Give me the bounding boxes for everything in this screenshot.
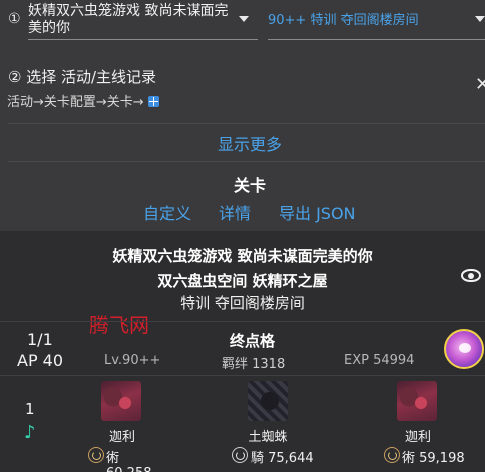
eye-icon[interactable] [461, 269, 481, 282]
exp-points: EXP 54994 [344, 353, 415, 368]
reward-gift-icon[interactable] [444, 329, 484, 369]
step-2-path-text: 活动→关卡配置→关卡→ [7, 95, 144, 110]
divider [0, 375, 485, 376]
enemy-hp: 騎 75,644 [251, 451, 314, 466]
step-2-title: ② 选择 活动/主线记录 [8, 68, 157, 86]
watermark: 腾飞网 [89, 313, 149, 337]
quest-select[interactable]: 90++ 特训 夺回阁楼房间 [268, 2, 485, 40]
divider [0, 321, 485, 322]
bond-points: 羁绊 1318 [222, 357, 286, 372]
enemy-name: 迦利 [108, 430, 135, 445]
details-button[interactable]: 详情 [219, 200, 251, 224]
enemy-name: 土蜘蛛 [248, 430, 288, 445]
enemy-card[interactable]: 迦利 術 60,258 [87, 381, 157, 472]
quest-select-value: 90++ 特训 夺回阁楼房间 [268, 13, 419, 28]
enemy-portrait [397, 381, 437, 421]
war-dropdown-arrow-icon [239, 16, 249, 22]
war-name: 妖精双六虫笼游戏 致尚未谋面完美的你 [112, 247, 373, 265]
enemy-hp: 術 59,198 [402, 451, 465, 466]
quest-dropdown-arrow-icon [475, 16, 485, 22]
step-1-number: ① [8, 11, 21, 27]
show-more-button[interactable]: 显示更多 [218, 131, 282, 155]
enemy-hp: 術 60,258 [106, 451, 152, 472]
enemy-card[interactable]: 土蜘蛛 騎 75,644 [228, 381, 318, 471]
rider-icon [232, 447, 248, 463]
music-icon[interactable]: ♪ [24, 422, 36, 443]
stage-name: 终点格 [230, 332, 276, 350]
recommended-level: Lv.90++ [104, 353, 161, 368]
quest-select-underline [268, 39, 485, 40]
export-json-button[interactable]: 导出 JSON [279, 200, 356, 224]
grid-icon [147, 96, 159, 107]
quest-name: 特训 夺回阁楼房间 [180, 294, 305, 312]
war-select-underline [28, 39, 258, 40]
caster-icon [384, 447, 400, 463]
custom-button[interactable]: 自定义 [143, 200, 191, 224]
divider [8, 161, 485, 162]
enemy-card[interactable]: 迦利 術 59,198 [383, 381, 473, 471]
war-select[interactable]: 妖精双六虫笼游戏 致尚未谋面完美的你 [28, 2, 260, 40]
enemy-name: 迦利 [404, 430, 431, 445]
enemy-portrait [101, 381, 141, 421]
ap-cost: AP 40 [17, 351, 64, 370]
wave-number: 1 [25, 400, 35, 418]
quest-detail-panel: 妖精双六虫笼游戏 致尚未谋面完美的你 双六盘虫空间 妖精环之屋 特训 夺回阁楼房… [0, 231, 485, 472]
war-select-value: 妖精双六虫笼游戏 致尚未谋面完美的你 [28, 3, 229, 36]
quest-section-title: 关卡 [234, 176, 267, 195]
spot-name: 双六盘虫空间 妖精环之屋 [157, 272, 328, 290]
caster-icon [88, 447, 104, 463]
enemy-portrait [248, 381, 288, 421]
close-icon[interactable]: ✕ [475, 74, 485, 95]
wave-count: 1/1 [27, 330, 53, 349]
divider [8, 123, 485, 124]
step-2-path: 活动→关卡配置→关卡→ [7, 91, 159, 110]
